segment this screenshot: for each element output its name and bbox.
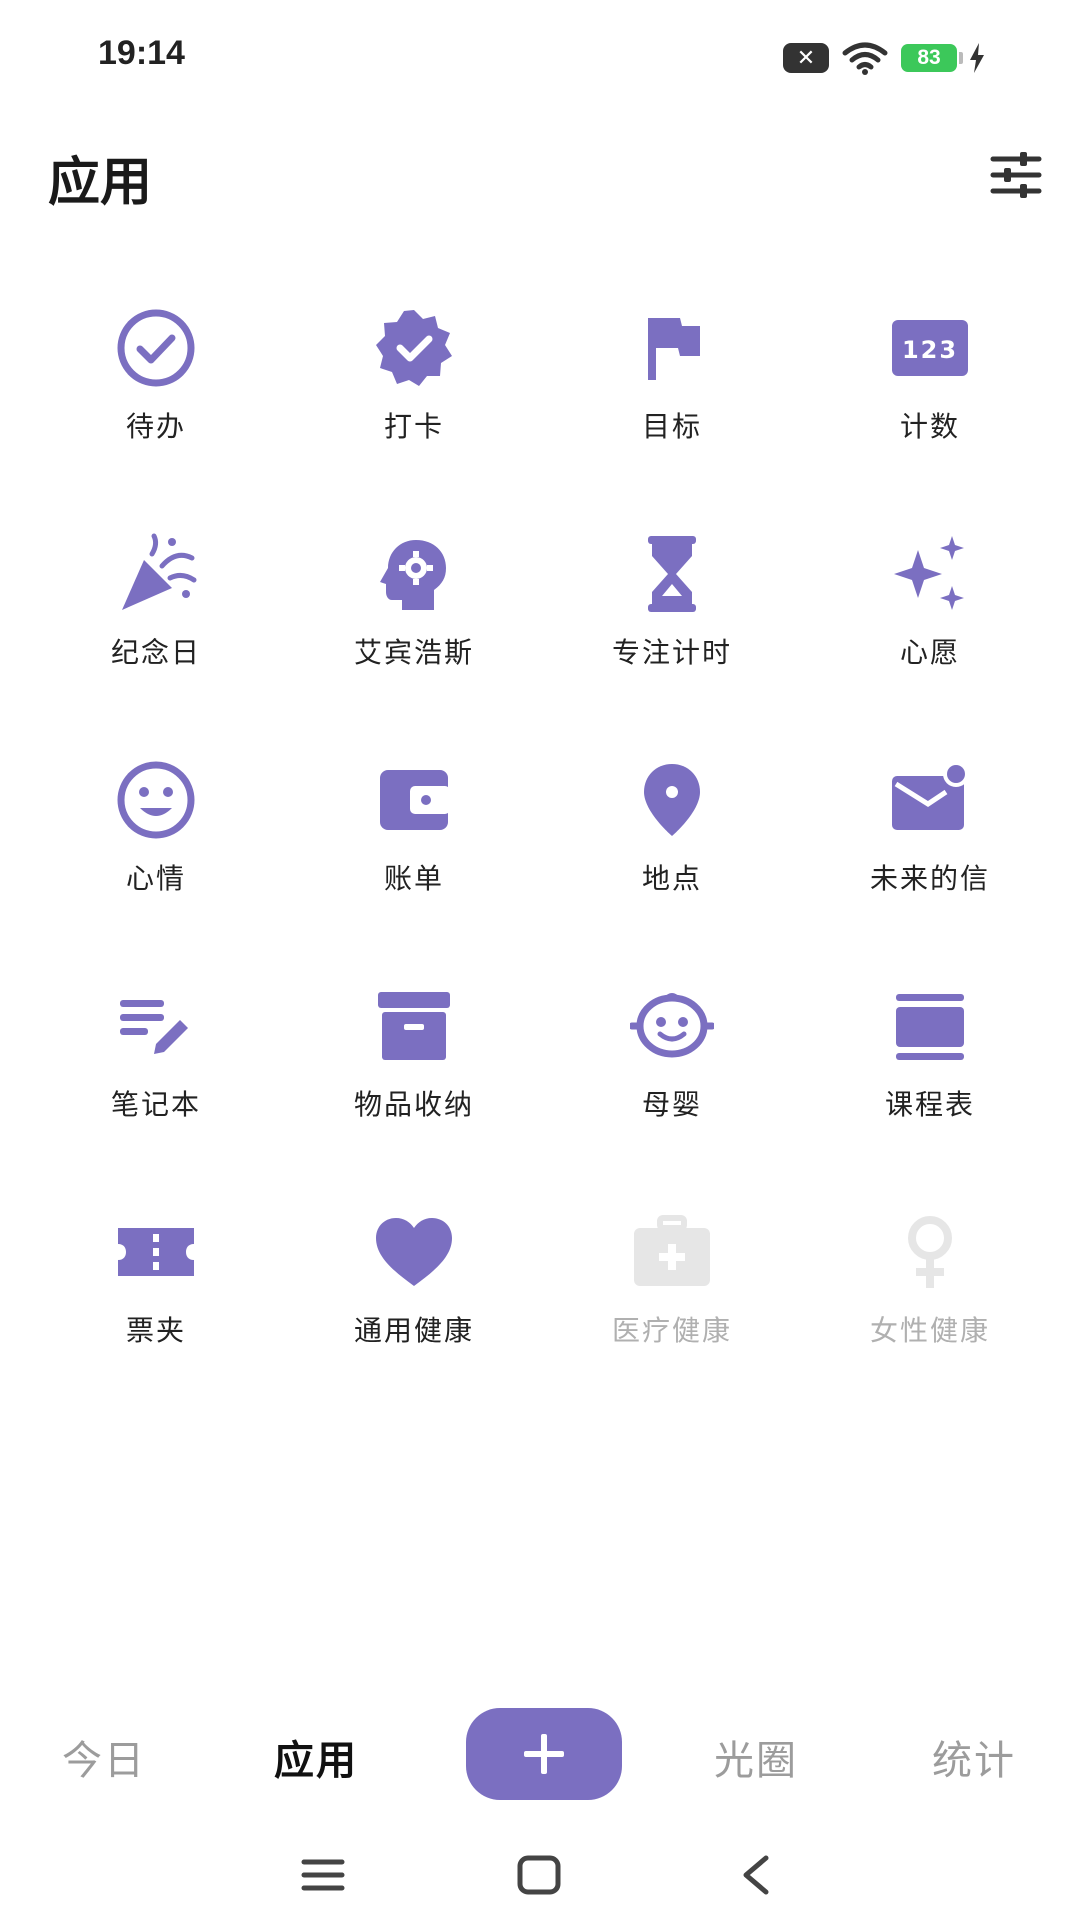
app-item-ebbinghaus[interactable]: 艾宾浩斯: [285, 511, 543, 737]
app-label: 票夹: [125, 1314, 186, 1347]
app-item-checkin[interactable]: 打卡: [285, 285, 543, 511]
app-label: 医疗健康: [611, 1314, 732, 1347]
app-label: 地点: [641, 862, 702, 895]
app-label: 账单: [383, 862, 444, 895]
verified-badge-icon: [369, 303, 459, 393]
app-item-timetable[interactable]: 课程表: [801, 963, 1059, 1189]
app-item-wish[interactable]: 心愿: [801, 511, 1059, 737]
heart-icon: [369, 1207, 459, 1297]
app-item-storage[interactable]: 物品收纳: [285, 963, 543, 1189]
app-item-notebook[interactable]: 笔记本: [27, 963, 285, 1189]
app-label: 纪念日: [110, 636, 201, 669]
page-title: 应用: [48, 153, 153, 213]
status-bar: 19:14 ✕ 83: [0, 0, 1080, 110]
app-label: 心愿: [899, 636, 960, 669]
app-label: 未来的信: [869, 862, 990, 895]
brain-gear-icon: [369, 529, 459, 619]
app-label: 课程表: [884, 1088, 975, 1121]
app-item-location[interactable]: 地点: [543, 737, 801, 963]
app-label: 目标: [641, 410, 702, 443]
tab-apps[interactable]: 应用: [274, 1728, 358, 1786]
app-label: 物品收纳: [353, 1088, 474, 1121]
app-item-goal[interactable]: 目标: [543, 285, 801, 511]
app-label: 艾宾浩斯: [353, 636, 474, 669]
app-item-general-health[interactable]: 通用健康: [285, 1189, 543, 1415]
battery-icon: 83: [901, 44, 963, 72]
app-item-ticket-holder[interactable]: 票夹: [27, 1189, 285, 1415]
archive-box-icon: [369, 981, 459, 1071]
wifi-icon: [842, 42, 888, 75]
female-icon: [885, 1207, 975, 1297]
app-item-medical-health[interactable]: 医疗健康: [543, 1189, 801, 1415]
flag-icon: [627, 303, 717, 393]
add-icon: [524, 1734, 564, 1774]
app-item-todo[interactable]: 待办: [27, 285, 285, 511]
check-circle-icon: [111, 303, 201, 393]
no-sim-icon: ✕: [783, 43, 829, 73]
app-label: 女性健康: [869, 1314, 990, 1347]
app-item-maternal-baby[interactable]: 母婴: [543, 963, 801, 1189]
app-label: 母婴: [641, 1088, 702, 1121]
app-item-bill[interactable]: 账单: [285, 737, 543, 963]
filter-settings-icon[interactable]: [990, 152, 1042, 198]
add-button[interactable]: [466, 1708, 622, 1800]
app-item-women-health[interactable]: 女性健康: [801, 1189, 1059, 1415]
ticket-icon: [111, 1207, 201, 1297]
party-popper-icon: [111, 529, 201, 619]
menu-icon[interactable]: [298, 1852, 348, 1898]
back-icon[interactable]: [732, 1852, 782, 1898]
app-grid: 待办 打卡 目标 123 计数 纪念日 艾宾浩斯 专注计时 心愿 心情 账单 地…: [27, 285, 1067, 1415]
svg-text:123: 123: [902, 336, 958, 364]
tab-halo[interactable]: 光圈: [714, 1728, 798, 1786]
app-label: 计数: [899, 410, 960, 443]
app-label: 待办: [125, 410, 186, 443]
app-item-focus-timer[interactable]: 专注计时: [543, 511, 801, 737]
sparkle-icon: [885, 529, 975, 619]
status-icons: ✕ 83: [783, 38, 985, 78]
hourglass-icon: [627, 529, 717, 619]
app-label: 笔记本: [110, 1088, 201, 1121]
app-label: 通用健康: [353, 1314, 474, 1347]
location-pin-icon: [627, 755, 717, 845]
app-label: 打卡: [383, 410, 444, 443]
app-screen: 19:14 ✕ 83 应用 待办 打卡 目标 123 计数 纪念日 艾宾浩斯 专…: [0, 0, 1080, 1920]
app-item-counter[interactable]: 123 计数: [801, 285, 1059, 511]
app-item-future-letter[interactable]: 未来的信: [801, 737, 1059, 963]
medical-kit-icon: [627, 1207, 717, 1297]
mail-notification-icon: [885, 755, 975, 845]
smiley-icon: [111, 755, 201, 845]
charging-icon: [970, 43, 984, 73]
app-item-anniversary[interactable]: 纪念日: [27, 511, 285, 737]
bottom-nav: 今日 应用 光圈 统计: [0, 1700, 1080, 1810]
tab-stats[interactable]: 统计: [932, 1728, 1016, 1786]
counter-123-icon: 123: [885, 303, 975, 393]
status-time: 19:14: [98, 34, 185, 72]
app-label: 专注计时: [611, 636, 732, 669]
home-icon[interactable]: [514, 1852, 564, 1898]
app-label: 心情: [125, 862, 186, 895]
schedule-icon: [885, 981, 975, 1071]
app-item-mood[interactable]: 心情: [27, 737, 285, 963]
wallet-icon: [369, 755, 459, 845]
notes-edit-icon: [111, 981, 201, 1071]
system-nav-bar: [0, 1840, 1080, 1910]
tab-today[interactable]: 今日: [62, 1728, 146, 1786]
baby-face-icon: [627, 981, 717, 1071]
